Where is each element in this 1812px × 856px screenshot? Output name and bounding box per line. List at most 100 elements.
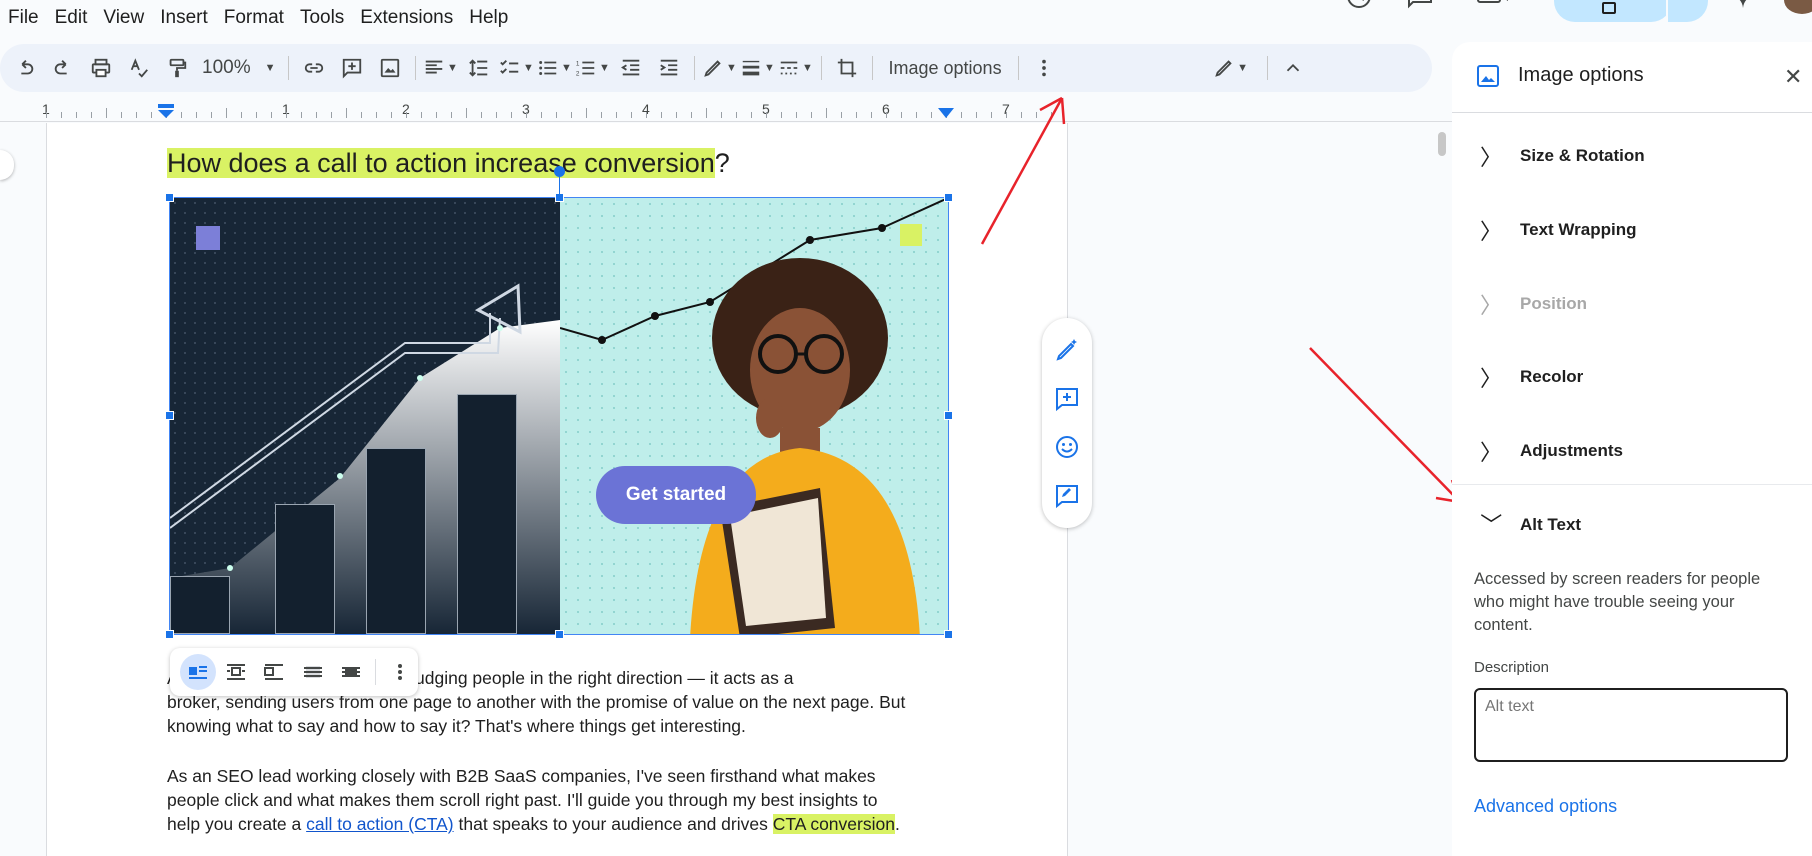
suggest-edit-icon[interactable] [1054,483,1080,509]
resize-handle[interactable] [165,630,174,639]
chevron-right-icon: 〉 [1480,219,1503,244]
ruler[interactable]: 1 1 2 3 4 5 6 7 [0,100,1452,122]
cta-link[interactable]: call to action (CTA) [306,814,454,834]
print-icon[interactable] [82,50,120,86]
scrollbar-thumb[interactable] [1438,132,1446,156]
meet-icon[interactable] [1476,0,1526,14]
right-indent-marker[interactable] [938,108,954,120]
lock-icon [1602,2,1616,14]
section-alt-text[interactable]: 〉 Alt Text [1478,509,1581,541]
more-icon[interactable] [382,654,418,690]
selected-image[interactable] [169,197,949,635]
heading-tail: ? [714,148,730,178]
undo-icon[interactable] [6,50,44,86]
ruler-tick [376,112,377,118]
increase-indent-icon[interactable] [650,50,688,86]
chart-bar [366,448,426,634]
gemini-icon[interactable] [1728,0,1758,14]
decrease-indent-icon[interactable] [612,50,650,86]
ruler-tick [271,112,272,118]
chevron-down-icon: ▼ [264,62,276,74]
emoji-icon[interactable] [1054,434,1080,460]
resize-handle[interactable] [165,193,174,202]
avatar[interactable] [1784,0,1812,14]
numbered-list-icon[interactable]: 1 2 ▼ [574,50,612,86]
paint-format-icon[interactable] [158,50,196,86]
line-spacing-icon[interactable] [460,50,498,86]
menu-insert[interactable]: Insert [152,0,216,36]
editing-mode-icon[interactable]: ▼ [1201,50,1261,86]
ruler-tick [916,112,917,118]
main-toolbar: 100% ▼ ▼ ▼ ▼ 1 2 ▼ ▼ ▼ ▼ Image options ▼ [0,44,1432,92]
align-icon[interactable]: ▼ [422,50,460,86]
insert-image-icon[interactable] [371,50,409,86]
chart-bar [275,504,335,634]
menu-view[interactable]: View [95,0,152,36]
menu-help[interactable]: Help [461,0,516,36]
ai-edit-icon[interactable] [1054,337,1080,363]
section-recolor[interactable]: 〉 Recolor [1480,361,1583,393]
advanced-options-link[interactable]: Advanced options [1474,796,1617,817]
resize-handle[interactable] [555,630,564,639]
bulleted-list-icon[interactable]: ▼ [536,50,574,86]
resize-handle[interactable] [944,630,953,639]
add-comment-icon[interactable] [333,50,371,86]
ruler-tick [346,108,347,118]
ruler-tick [781,112,782,118]
more-icon[interactable] [1025,50,1063,86]
zoom-select[interactable]: 100% ▼ [196,57,282,79]
spellcheck-icon[interactable] [120,50,158,86]
image-options-button[interactable]: Image options [879,58,1012,79]
in-front-of-text-icon[interactable] [333,654,369,690]
paragraph-2[interactable]: As an SEO lead working closely with B2B … [167,764,947,836]
checklist-icon[interactable]: ▼ [498,50,536,86]
rotate-handle[interactable] [554,166,565,177]
alt-text-field[interactable] [1474,688,1788,762]
close-icon[interactable]: ✕ [1784,64,1802,90]
resize-handle[interactable] [165,411,174,420]
share-dropdown[interactable] [1666,0,1708,22]
redo-icon[interactable] [44,50,82,86]
ruler-tick [301,112,302,118]
resize-handle[interactable] [944,193,953,202]
menu-edit[interactable]: Edit [47,0,96,36]
wrap-text-icon[interactable] [218,654,254,690]
crop-icon[interactable] [828,50,866,86]
inline-wrap-icon[interactable] [180,654,217,690]
outline-toggle[interactable] [0,150,14,180]
share-button[interactable] [1554,0,1672,22]
ruler-tick [451,112,452,118]
menu-bar: File Edit View Insert Format Tools Exten… [0,0,516,36]
toolbar-divider [287,56,289,80]
link-icon[interactable] [295,50,333,86]
collapse-icon[interactable] [1274,50,1312,86]
toolbar-divider [1266,56,1268,80]
section-size-rotation[interactable]: 〉 Size & Rotation [1480,140,1645,172]
menu-tools[interactable]: Tools [292,0,352,36]
chevron-right-icon: 〉 [1480,366,1503,391]
ruler-tick [931,112,932,118]
border-dash-icon[interactable]: ▼ [777,50,815,86]
ruler-tick [886,112,887,118]
section-adjustments[interactable]: 〉 Adjustments [1480,435,1623,467]
border-color-icon[interactable]: ▼ [701,50,739,86]
add-comment-icon[interactable] [1054,386,1080,412]
text-line: people click and what makes them scroll … [167,790,878,810]
behind-text-icon[interactable] [295,654,331,690]
menu-extensions[interactable]: Extensions [352,0,461,36]
resize-handle[interactable] [944,411,953,420]
break-text-icon[interactable] [256,654,292,690]
document-heading[interactable]: How does a call to action increase conve… [167,148,730,179]
menu-file[interactable]: File [0,0,47,36]
left-indent-marker[interactable] [158,104,174,120]
border-weight-icon[interactable]: ▼ [739,50,777,86]
menu-format[interactable]: Format [216,0,292,36]
ruler-tick [646,112,647,118]
comments-icon[interactable] [1406,0,1436,14]
chevron-down-icon: ▼ [561,62,572,74]
history-icon[interactable] [1344,0,1374,14]
ruler-tick [61,112,62,118]
image-left-panel [170,198,560,634]
chart-bar [457,394,517,634]
section-text-wrapping[interactable]: 〉 Text Wrapping [1480,214,1637,246]
